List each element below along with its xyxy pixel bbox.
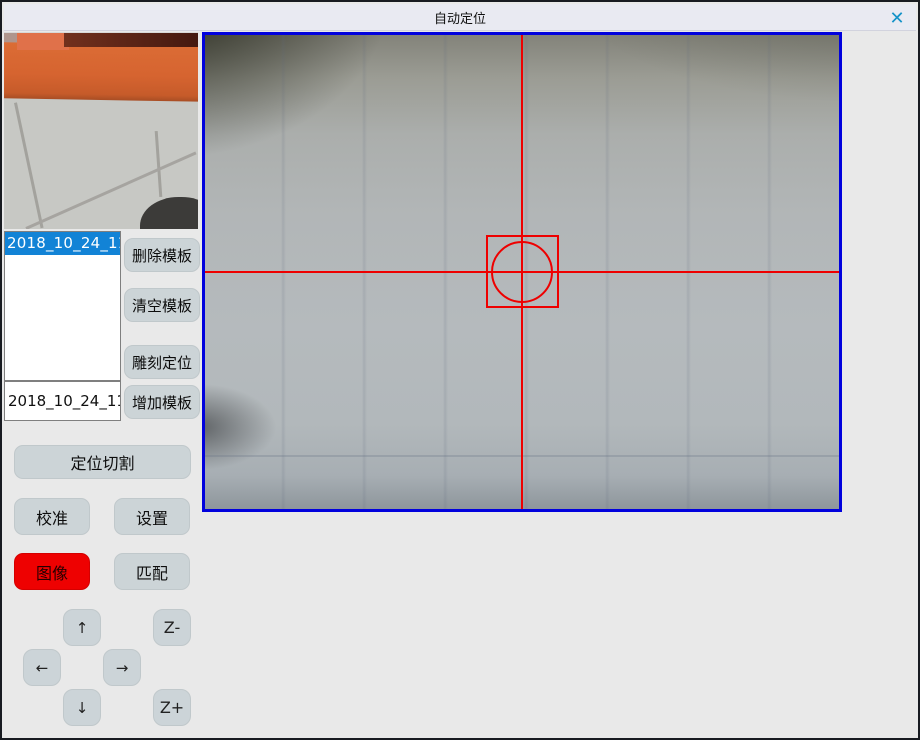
template-list-item-selected[interactable]: 2018_10_24_11 (5, 232, 120, 255)
jog-up-button[interactable]: ↑ (63, 609, 101, 646)
jog-left-button[interactable]: ← (23, 649, 61, 686)
position-cut-button[interactable]: 定位切割 (14, 445, 191, 479)
jog-down-button[interactable]: ↓ (63, 689, 101, 726)
thumbnail-orange-beam-shape (4, 42, 198, 102)
close-icon[interactable]: ✕ (886, 7, 908, 29)
jog-z-plus-button[interactable]: Z+ (153, 689, 191, 726)
target-circle-overlay (491, 241, 553, 303)
thumbnail-dark-streak-shape (64, 33, 198, 47)
camera-view[interactable] (202, 32, 842, 512)
thumbnail-orange-block-shape (17, 33, 69, 50)
engrave-position-button[interactable]: 雕刻定位 (124, 345, 200, 379)
thumbnail-dark-object-shape (140, 197, 198, 229)
add-template-button[interactable]: 增加模板 (124, 385, 200, 419)
match-button[interactable]: 匹配 (114, 553, 190, 590)
clear-templates-button[interactable]: 清空模板 (124, 288, 200, 322)
window-frame: 自动定位 ✕ 2018_10_24_11 删除模板 清空模板 雕刻定位 增加模板… (0, 0, 920, 740)
window-title: 自动定位 (434, 8, 486, 27)
calibrate-button[interactable]: 校准 (14, 498, 90, 535)
title-bar: 自动定位 ✕ (4, 4, 916, 31)
jog-right-button[interactable]: → (103, 649, 141, 686)
settings-button[interactable]: 设置 (114, 498, 190, 535)
delete-template-button[interactable]: 删除模板 (124, 238, 200, 272)
thumbnail-grout-line-shape (155, 131, 163, 197)
template-preview-image (4, 32, 198, 229)
template-list[interactable]: 2018_10_24_11 (4, 231, 121, 381)
template-name-input[interactable] (4, 381, 121, 421)
thumbnail-grout-line-shape (14, 102, 44, 228)
jog-z-minus-button[interactable]: Z- (153, 609, 191, 646)
image-button[interactable]: 图像 (14, 553, 90, 590)
